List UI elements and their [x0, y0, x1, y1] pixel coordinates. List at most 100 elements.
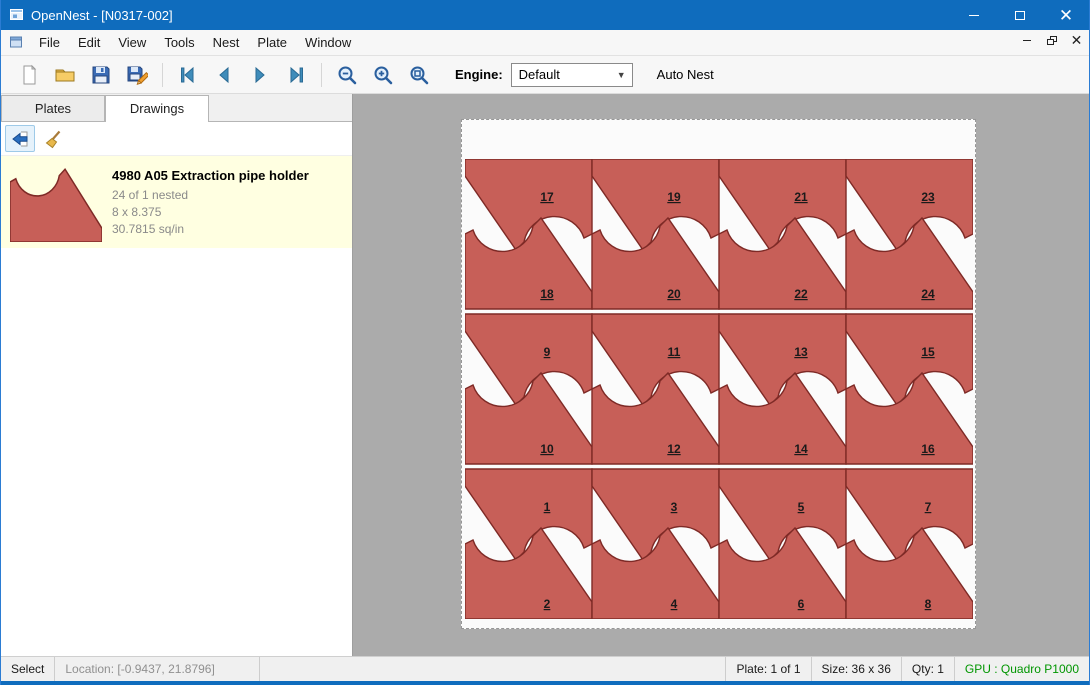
minimize-button[interactable]	[951, 0, 997, 30]
open-folder-icon	[54, 64, 76, 86]
part-pair: 1920	[592, 159, 719, 309]
open-button[interactable]	[47, 60, 83, 90]
drawing-nested-count: 24 of 1 nested	[112, 187, 309, 204]
status-size: Size: 36 x 36	[811, 657, 901, 681]
menu-file[interactable]: File	[30, 31, 69, 54]
save-edit-icon	[126, 64, 148, 86]
save-edit-button[interactable]	[119, 60, 155, 90]
chevron-down-icon: ▼	[611, 70, 632, 80]
zoom-fit-icon	[408, 64, 430, 86]
clean-button[interactable]	[38, 125, 68, 152]
menu-view[interactable]: View	[109, 31, 155, 54]
engine-selected-value: Default	[519, 67, 560, 82]
part-number-label: 17	[540, 190, 554, 204]
menubar-items: FileEditViewToolsNestPlateWindow	[30, 30, 360, 55]
part-number-label: 23	[921, 190, 935, 204]
zoom-fit-button[interactable]	[401, 60, 437, 90]
drawing-dimensions: 8 x 8.375	[112, 204, 309, 221]
part-number-label: 1	[544, 500, 551, 514]
mdi-restore-button[interactable]	[1039, 30, 1064, 50]
maximize-button[interactable]	[997, 0, 1043, 30]
zoom-out-button[interactable]	[329, 60, 365, 90]
titlebar: OpenNest - [N0317-002] ✕	[1, 0, 1089, 30]
part-pair: 9 10	[465, 314, 592, 464]
close-button[interactable]: ✕	[1043, 0, 1089, 30]
status-plate: Plate: 1 of 1	[725, 657, 810, 681]
part-pair: 56	[719, 469, 846, 619]
menubar: FileEditViewToolsNestPlateWindow ✕	[1, 30, 1089, 56]
part-number-label: 3	[671, 500, 678, 514]
prev-plate-button[interactable]	[206, 60, 242, 90]
tab-drawings[interactable]: Drawings	[105, 95, 209, 122]
broom-icon	[43, 129, 63, 149]
engine-select[interactable]: Default ▼	[511, 63, 633, 87]
menu-nest[interactable]: Nest	[204, 31, 249, 54]
part-number-label: 7	[925, 500, 932, 514]
zoom-out-icon	[336, 64, 358, 86]
close-icon: ✕	[1059, 7, 1073, 24]
document-window-icon	[9, 35, 24, 50]
menu-window[interactable]: Window	[296, 31, 360, 54]
mdi-minimize-button[interactable]	[1014, 30, 1039, 50]
part-pair: 1516	[846, 314, 973, 464]
part-number-label: 5	[798, 500, 805, 514]
menu-plate[interactable]: Plate	[248, 31, 296, 54]
new-file-button[interactable]	[11, 60, 47, 90]
statusbar: Select Location: [-0.9437, 21.8796] Plat…	[1, 656, 1089, 681]
toolbar-separator	[321, 63, 322, 87]
nav-prev-icon	[213, 64, 235, 86]
main-content: PlatesDrawings	[1, 94, 1089, 656]
auto-nest-button[interactable]: Auto Nest	[649, 62, 722, 87]
part-number-label: 14	[794, 442, 808, 456]
part-number-label: 4	[671, 597, 678, 611]
part-number-label: 2	[544, 597, 551, 611]
mdi-minimize-icon	[1023, 40, 1031, 41]
part-thumbnail	[10, 166, 102, 242]
part-number-label: 6	[798, 597, 805, 611]
nav-next-icon	[249, 64, 271, 86]
part-pair: 23 24	[846, 159, 973, 309]
window-title: OpenNest - [N0317-002]	[31, 8, 173, 23]
sidebar: PlatesDrawings	[1, 94, 353, 656]
part-number-label: 13	[794, 345, 808, 359]
statusbar-spacer	[260, 657, 725, 681]
save-button[interactable]	[83, 60, 119, 90]
part-number-label: 24	[921, 287, 935, 301]
part-number-label: 22	[794, 287, 808, 301]
last-plate-button[interactable]	[278, 60, 314, 90]
nest-canvas[interactable]: 171819202122232491011121314151612345678	[353, 94, 1089, 656]
first-plate-button[interactable]	[170, 60, 206, 90]
mdi-window-controls: ✕	[1014, 30, 1089, 55]
toolbar-separator	[162, 63, 163, 87]
part-number-label: 16	[921, 442, 935, 456]
plate: 171819202122232491011121314151612345678	[461, 119, 976, 629]
menu-edit[interactable]: Edit	[69, 31, 109, 54]
app-window: OpenNest - [N0317-002] ✕ FileEditViewToo…	[0, 0, 1090, 685]
nest-svg: 171819202122232491011121314151612345678	[465, 159, 973, 619]
next-plate-button[interactable]	[242, 60, 278, 90]
minimize-icon	[969, 15, 979, 16]
nav-last-icon	[285, 64, 307, 86]
part-number-label: 15	[921, 345, 935, 359]
window-controls: ✕	[951, 0, 1089, 30]
part-pair: 2122	[719, 159, 846, 309]
part-pair: 13 14	[719, 314, 846, 464]
part-number-label: 18	[540, 287, 554, 301]
part-number-label: 8	[925, 597, 932, 611]
drawing-list-item[interactable]: 4980 A05 Extraction pipe holder 24 of 1 …	[1, 156, 352, 248]
import-drawing-icon	[10, 129, 30, 149]
menu-tools[interactable]: Tools	[155, 31, 203, 54]
import-drawing-button[interactable]	[5, 125, 35, 152]
part-number-label: 10	[540, 442, 554, 456]
part-number-label: 9	[544, 345, 551, 359]
tabstrip: PlatesDrawings	[1, 94, 352, 122]
sidebar-toolbar	[1, 122, 352, 156]
zoom-in-button[interactable]	[365, 60, 401, 90]
drawing-title: 4980 A05 Extraction pipe holder	[112, 168, 309, 183]
mdi-close-icon: ✕	[1071, 33, 1083, 47]
part-pair: 1112	[592, 314, 719, 464]
nav-first-icon	[177, 64, 199, 86]
tab-plates[interactable]: Plates	[1, 95, 105, 121]
mdi-close-button[interactable]: ✕	[1064, 30, 1089, 50]
status-mode: Select	[1, 657, 55, 681]
